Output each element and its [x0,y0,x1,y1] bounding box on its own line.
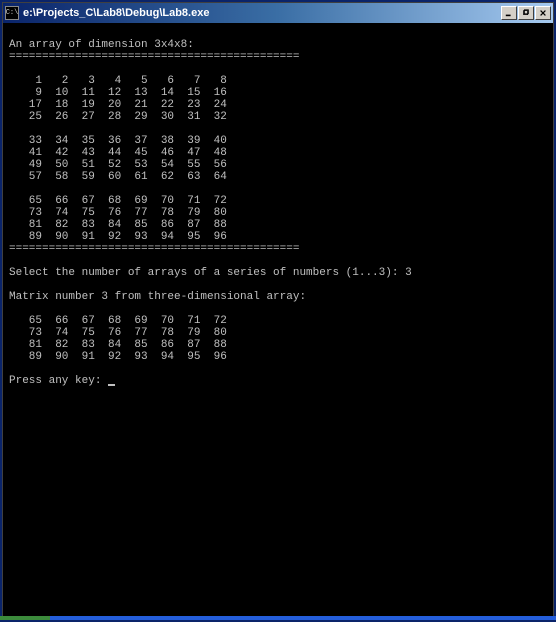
console-output[interactable]: An array of dimension 3x4x8: ===========… [3,23,553,617]
window-controls [501,6,551,20]
maximize-button[interactable] [518,6,534,20]
window-title: e:\Projects_C\Lab8\Debug\Lab8.exe [23,7,501,19]
close-icon [539,9,547,17]
minimize-icon [505,9,513,17]
cursor [108,384,115,386]
close-button[interactable] [535,6,551,20]
maximize-icon [522,9,530,17]
titlebar[interactable]: C:\ e:\Projects_C\Lab8\Debug\Lab8.exe [3,3,553,23]
console-window: C:\ e:\Projects_C\Lab8\Debug\Lab8.exe An… [2,2,554,618]
minimize-button[interactable] [501,6,517,20]
app-icon: C:\ [5,6,19,20]
start-button-edge[interactable] [0,616,50,620]
taskbar[interactable] [0,616,556,620]
